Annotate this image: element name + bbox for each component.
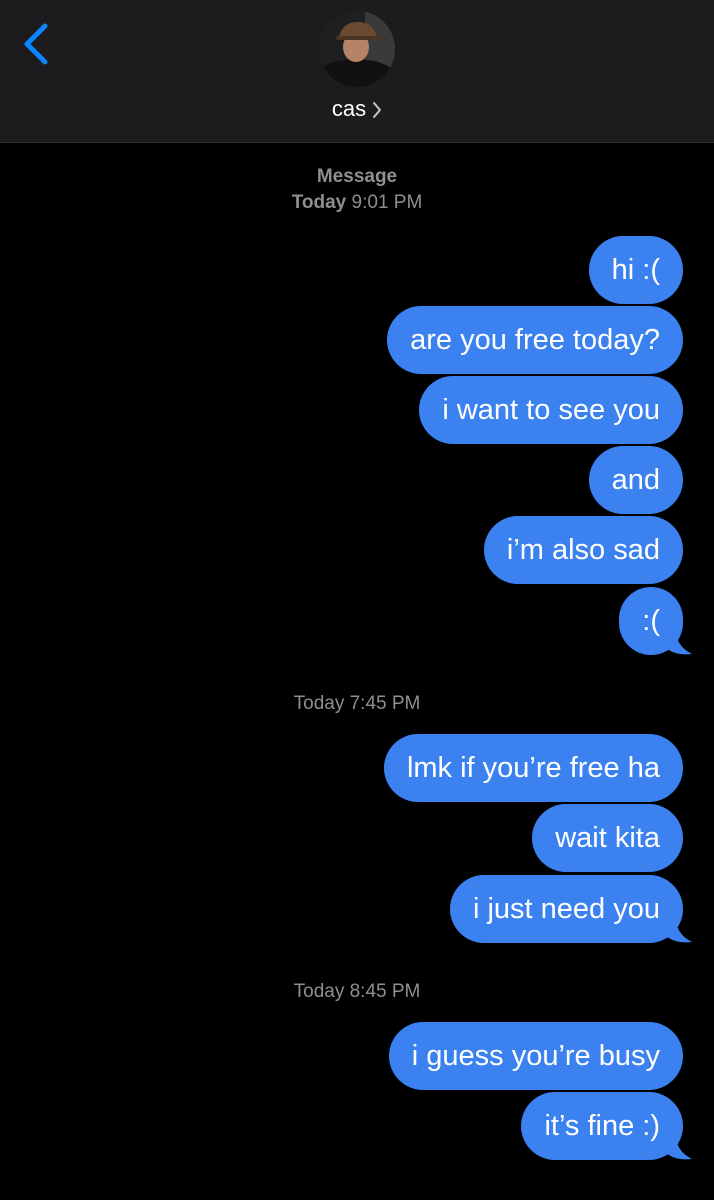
timestamp: Today 8:45 PM — [293, 981, 421, 1002]
timestamp: Today 7:45 PM — [293, 693, 421, 714]
timestamp: Today 9:01 PM — [291, 192, 423, 213]
contact-name-button[interactable]: cas — [0, 94, 714, 124]
message-bubble[interactable]: wait kita — [532, 804, 683, 872]
bubble-tail — [664, 1135, 692, 1160]
message-bubble[interactable]: i guess you’re busy — [388, 1022, 683, 1090]
message-bubble[interactable]: and — [588, 446, 683, 514]
message-bubble[interactable]: i want to see you — [419, 376, 683, 444]
message-bubble[interactable]: hi :( — [588, 236, 683, 304]
bubble-tail — [664, 918, 692, 943]
back-button[interactable] — [14, 18, 62, 70]
chevron-right-icon — [373, 102, 382, 119]
contact-name: cas — [331, 96, 367, 121]
message-bubble[interactable]: i just need you — [449, 875, 683, 943]
contact-photo — [319, 11, 395, 87]
message-bubble[interactable]: i’m also sad — [483, 516, 683, 584]
service-label: Message — [316, 166, 398, 187]
bubble-tail — [664, 630, 692, 655]
chevron-left-icon — [24, 23, 48, 65]
message-bubble[interactable]: it’s fine :) — [521, 1092, 683, 1160]
conversation-header: cas — [0, 0, 714, 143]
avatar[interactable] — [319, 11, 395, 87]
message-bubble[interactable]: are you free today? — [387, 306, 683, 374]
message-bubble[interactable]: lmk if you’re free ha — [383, 734, 683, 802]
